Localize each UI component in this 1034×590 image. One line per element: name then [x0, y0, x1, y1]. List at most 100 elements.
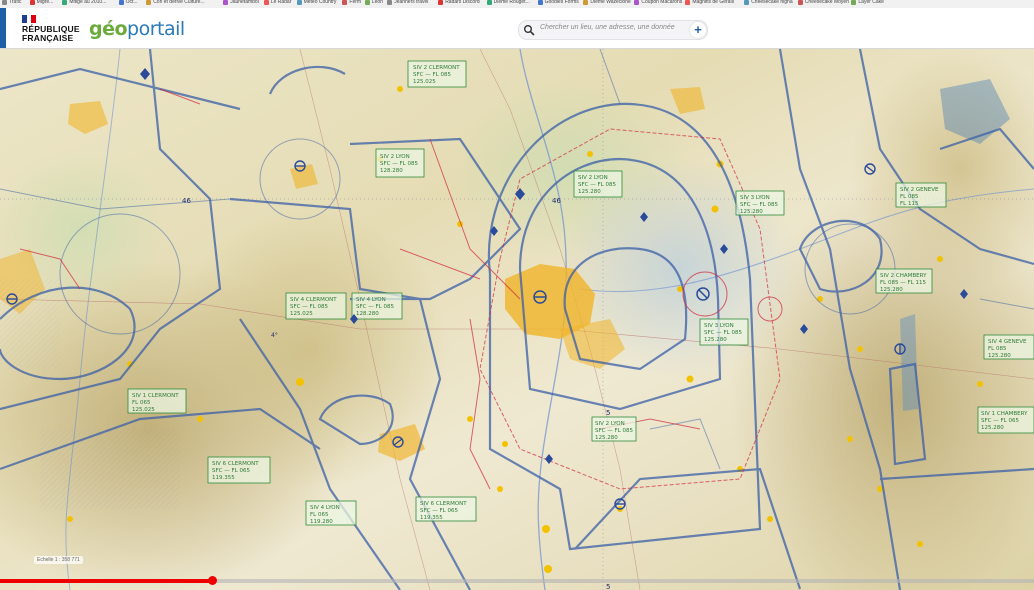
bookmark-favicon-icon	[634, 0, 640, 5]
aeronautical-chart[interactable]: 46 46 5 5 4° SIV 2 CLERMONTSFC — FL 0851…	[0, 49, 1034, 590]
svg-text:FL 065: FL 065	[132, 400, 151, 406]
bookmark-favicon-icon	[146, 0, 152, 5]
geoportail-logo[interactable]: géoportail	[89, 18, 185, 40]
bookmark-item[interactable]: Meteo Country	[296, 0, 336, 5]
sector-label-s6: SIV 3 LYONSFC — FL 085125.280	[699, 318, 749, 346]
svg-text:FL 085: FL 085	[900, 194, 919, 200]
bookmark-label: Oct...	[125, 0, 138, 5]
svg-text:FL 085: FL 085	[988, 346, 1007, 352]
bookmark-item[interactable]: Jeanners travel	[387, 0, 428, 5]
bookmark-item[interactable]: Goodies Forms	[537, 0, 579, 5]
bookmark-label: Jeanners travel	[394, 0, 429, 5]
svg-text:SIV 4 CLERMONT: SIV 4 CLERMONT	[290, 297, 337, 303]
svg-text:SIV 2 GENEVE: SIV 2 GENEVE	[900, 187, 939, 193]
svg-text:SIV 4 LYON: SIV 4 LYON	[356, 297, 386, 303]
bookmark-favicon-icon	[223, 0, 229, 5]
svg-text:FL 085 — FL 115: FL 085 — FL 115	[880, 280, 926, 286]
bookmark-item[interactable]: Cori et dérivé Culture...	[146, 0, 205, 5]
bookmark-favicon-icon	[583, 0, 589, 5]
bookmark-label: Ferm	[349, 0, 362, 5]
svg-text:SFC — FL 085: SFC — FL 085	[740, 202, 778, 208]
svg-text:SIV 4 LYON: SIV 4 LYON	[310, 505, 340, 511]
bookmark-label: Jaunetambol	[230, 0, 259, 5]
bookmark-item[interactable]: Oct...	[118, 0, 138, 5]
svg-text:SFC — FL 085: SFC — FL 085	[290, 304, 328, 310]
svg-text:SIV 2 CHAMBERY: SIV 2 CHAMBERY	[880, 273, 927, 279]
svg-text:SIV 2 LYON: SIV 2 LYON	[380, 154, 410, 160]
app-header: RÉPUBLIQUE FRANÇAISE géoportail Chercher…	[0, 8, 1034, 49]
bookmark-item[interactable]: Dieme Rouget...	[486, 0, 530, 5]
bookmark-item[interactable]: Layer Cake	[851, 0, 884, 5]
bookmark-favicon-icon	[486, 0, 492, 5]
sidebar-toggle[interactable]	[0, 8, 6, 48]
bookmark-item[interactable]: Trafic	[2, 0, 21, 5]
lac-du-bourget	[900, 314, 918, 411]
svg-text:125.025: 125.025	[413, 79, 436, 85]
bookmark-favicon-icon	[537, 0, 543, 5]
svg-text:125.280: 125.280	[578, 189, 601, 195]
bookmark-label: Migre...	[36, 0, 54, 5]
bookmark-item[interactable]: Dieme Wazeclone	[583, 0, 631, 5]
bookmark-label: Trafic	[9, 0, 22, 5]
bookmark-item[interactable]: Migre...	[29, 0, 54, 5]
svg-text:SFC — FL 065: SFC — FL 065	[420, 508, 458, 514]
sector-label-s14: SIV 4 GENEVEFL 085125.280	[983, 334, 1034, 360]
svg-text:SFC — FL 085: SFC — FL 085	[356, 304, 394, 310]
meridian-label-5-bottom: 5	[606, 583, 610, 590]
bookmark-item[interactable]: Mitigé au 2010...	[62, 0, 106, 5]
search-bar[interactable]: Chercher un lieu, une adresse, une donné…	[518, 20, 708, 40]
bookmark-label: Radars Discord	[445, 0, 480, 5]
sector-label-s4: SIV 4 CLERMONTSFC — FL 085125.025	[285, 292, 347, 320]
bookmark-item[interactable]: Magnifis de Gerais	[685, 0, 734, 5]
bookmark-favicon-icon	[744, 0, 750, 5]
search-icon	[524, 25, 535, 36]
bookmark-item[interactable]: Cheesecake Moyen	[797, 0, 849, 5]
search-input[interactable]: Chercher un lieu, une adresse, une donné…	[540, 24, 675, 31]
bookmark-favicon-icon	[62, 0, 68, 5]
svg-text:128.280: 128.280	[380, 168, 403, 174]
bookmark-item[interactable]: Leon	[364, 0, 383, 5]
svg-text:SFC — FL 085: SFC — FL 085	[578, 182, 616, 188]
bookmark-item[interactable]: Ferm	[342, 0, 361, 5]
bookmark-item[interactable]: Radars Discord	[438, 0, 480, 5]
svg-text:SFC — FL 085: SFC — FL 085	[413, 72, 451, 78]
bookmark-label: Mitigé au 2010...	[69, 0, 107, 5]
video-scrubber-handle[interactable]	[207, 576, 217, 585]
bookmark-item[interactable]: Cheesecake nigna	[744, 0, 793, 5]
svg-text:SFC — FL 085: SFC — FL 085	[380, 161, 418, 167]
brand-prefix: géo	[89, 18, 128, 40]
svg-text:125.025: 125.025	[132, 407, 155, 413]
svg-text:125.280: 125.280	[740, 209, 763, 215]
svg-text:125.280: 125.280	[981, 425, 1004, 431]
bookmark-label: Le Radar	[270, 0, 292, 5]
bookmark-item[interactable]: Le Radar	[263, 0, 292, 5]
bookmark-favicon-icon	[263, 0, 269, 5]
bookmark-favicon-icon	[851, 0, 857, 5]
bookmark-label: Dieme Wazeclone	[590, 0, 631, 5]
republique-francaise-logo[interactable]: RÉPUBLIQUE FRANÇAISE	[22, 15, 82, 45]
map-viewport[interactable]: 46 46 5 5 4° SIV 2 CLERMONT SFC — FL 085…	[0, 49, 1034, 590]
meridian-label-46-west: 46	[182, 197, 191, 205]
sector-label-s7: SIV 1 CLERMONTFL 065125.025	[127, 388, 187, 414]
sector-label-s13: SIV 2 CHAMBERYFL 085 — FL 115125.280	[875, 268, 933, 294]
bookmark-item[interactable]: Coupon Macarons	[634, 0, 682, 5]
video-progress-bar[interactable]	[0, 576, 1034, 585]
sector-label-s3: SIV 2 LYONSFC — FL 085125.280	[573, 170, 623, 198]
sector-label-s10: SIV 6 CLERMONTSFC — FL 065119.355	[415, 496, 477, 522]
restricted-zone-hatch-1	[40, 429, 180, 509]
brand-suffix: portail	[127, 18, 185, 40]
svg-text:SIV 3 LYON: SIV 3 LYON	[704, 323, 734, 329]
bookmark-label: Magnifis de Gerais	[692, 0, 735, 5]
svg-text:SIV 6 CLERMONT: SIV 6 CLERMONT	[420, 501, 467, 507]
bookmark-item[interactable]: Jaunetambol	[223, 0, 259, 5]
svg-text:125.025: 125.025	[290, 311, 313, 317]
svg-text:119.355: 119.355	[212, 475, 235, 481]
bookmark-favicon-icon	[387, 0, 393, 5]
sector-label-s2: SIV 2 LYONSFC — FL 085128.280	[375, 148, 425, 178]
svg-text:SIV 1 CLERMONT: SIV 1 CLERMONT	[132, 393, 179, 399]
svg-text:125.280: 125.280	[988, 353, 1011, 359]
bookmark-favicon-icon	[364, 0, 370, 5]
add-data-button[interactable]: +	[690, 22, 706, 38]
bookmark-favicon-icon	[342, 0, 348, 5]
meridian-label-4: 4°	[271, 332, 278, 339]
